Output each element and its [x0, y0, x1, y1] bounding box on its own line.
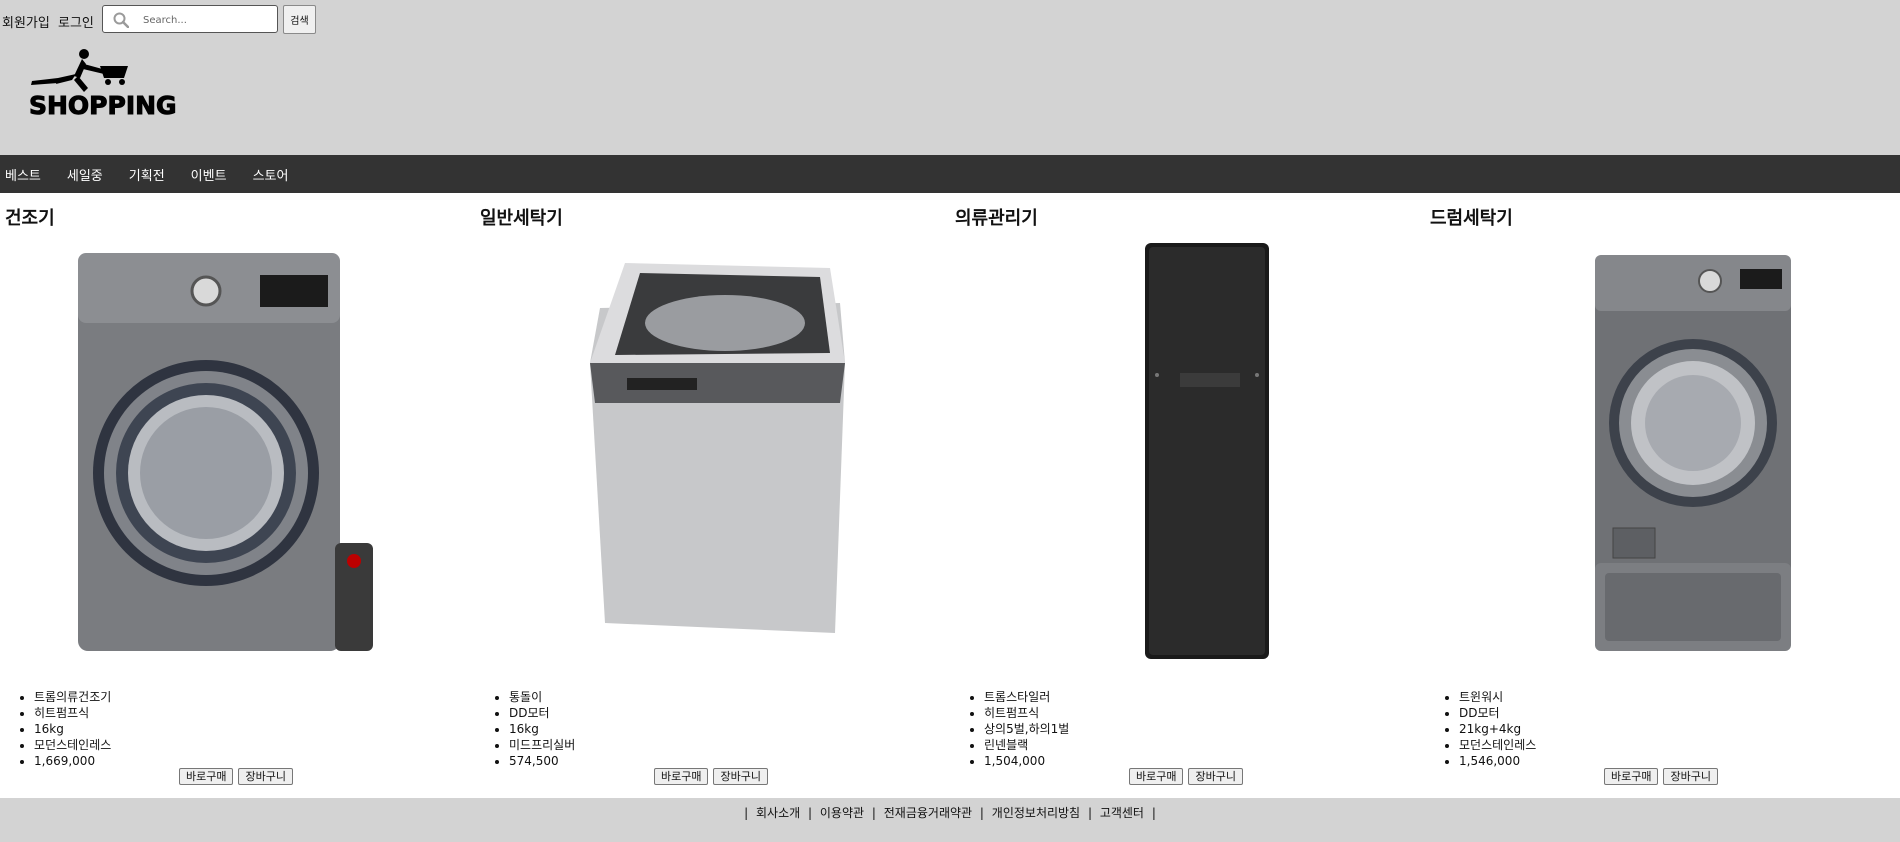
- product-title: 건조기: [5, 208, 55, 229]
- product-price: 1,546,000: [1459, 753, 1536, 769]
- feature-item: 트윈워시: [1459, 689, 1536, 705]
- signup-link[interactable]: 회원가입: [2, 16, 50, 31]
- add-to-cart-button[interactable]: 장바구니: [1188, 768, 1243, 785]
- product-card: 건조기 트롬의류건조기 히트펌프식 16kg 모던스테인레스 1,669,000…: [0, 193, 475, 798]
- product-price: 574,500: [509, 753, 575, 769]
- product-features: 트윈워시 DD모터 21kg+4kg 모던스테인레스 1,546,000: [1441, 689, 1536, 769]
- feature-item: 트롬스타일러: [984, 689, 1069, 705]
- add-to-cart-button[interactable]: 장바구니: [713, 768, 768, 785]
- footer-link-finance-terms[interactable]: 전재금융거래약관: [884, 806, 972, 820]
- main-nav: 베스트 세일중 기획전 이벤트 스토어: [0, 155, 1900, 193]
- buy-now-button[interactable]: 바로구매: [654, 768, 709, 785]
- buy-now-button[interactable]: 바로구매: [1604, 768, 1659, 785]
- product-actions: 바로구매 장바구니: [179, 768, 293, 785]
- footer-link-company[interactable]: 회사소개: [756, 806, 800, 820]
- feature-item: 미드프리실버: [509, 737, 575, 753]
- search-box: [102, 5, 278, 33]
- product-card: 드럼세탁기 트윈워시 DD모터 21kg+4kg 모던스테인레스 1,546,0…: [1425, 193, 1900, 798]
- product-price: 1,504,000: [984, 753, 1069, 769]
- buy-now-button[interactable]: 바로구매: [179, 768, 234, 785]
- styler-image[interactable]: [1020, 243, 1360, 663]
- top-load-washer-image[interactable]: [545, 243, 885, 663]
- feature-item: 상의5벌,하의1벌: [984, 721, 1069, 737]
- header: 회원가입 로그인 검색 SHOPPING: [0, 0, 1900, 155]
- product-actions: 바로구매 장바구니: [1604, 768, 1718, 785]
- add-to-cart-button[interactable]: 장바구니: [238, 768, 293, 785]
- add-to-cart-button[interactable]: 장바구니: [1663, 768, 1718, 785]
- twin-wash-image[interactable]: [1495, 243, 1835, 663]
- feature-item: 모던스테인레스: [34, 737, 111, 753]
- feature-item: DD모터: [1459, 705, 1536, 721]
- product-price: 1,669,000: [34, 753, 111, 769]
- product-title: 의류관리기: [955, 208, 1038, 229]
- product-grid: 건조기 트롬의류건조기 히트펌프식 16kg 모던스테인레스 1,669,000…: [0, 193, 1900, 798]
- buy-now-button[interactable]: 바로구매: [1129, 768, 1184, 785]
- account-links: 회원가입 로그인: [2, 12, 98, 31]
- search-input[interactable]: [141, 10, 275, 30]
- feature-item: 트롬의류건조기: [34, 689, 111, 705]
- feature-item: DD모터: [509, 705, 575, 721]
- feature-item: 21kg+4kg: [1459, 721, 1536, 737]
- nav-item-promotion[interactable]: 기획전: [129, 165, 165, 184]
- feature-item: 16kg: [34, 721, 111, 737]
- product-features: 트롬의류건조기 히트펌프식 16kg 모던스테인레스 1,669,000: [16, 689, 111, 769]
- product-card: 일반세탁기 통돌이 DD모터 16kg 미드프리실버 574,500 바로구매 …: [475, 193, 950, 798]
- feature-item: 린넨블랙: [984, 737, 1069, 753]
- search-button[interactable]: 검색: [283, 5, 316, 34]
- feature-item: 히트펌프식: [34, 705, 111, 721]
- product-features: 통돌이 DD모터 16kg 미드프리실버 574,500: [491, 689, 575, 769]
- product-title: 드럼세탁기: [1430, 208, 1513, 229]
- product-features: 트롬스타일러 히트펌프식 상의5벌,하의1벌 린넨블랙 1,504,000: [966, 689, 1069, 769]
- footer-link-support[interactable]: 고객센터: [1100, 806, 1144, 820]
- product-actions: 바로구매 장바구니: [654, 768, 768, 785]
- feature-item: 모던스테인레스: [1459, 737, 1536, 753]
- dryer-image[interactable]: [70, 243, 410, 663]
- footer: | 회사소개 | 이용약관 | 전재금융거래약관 | 개인정보처리방침 | 고객…: [0, 798, 1900, 842]
- nav-item-event[interactable]: 이벤트: [191, 165, 227, 184]
- product-actions: 바로구매 장바구니: [1129, 768, 1243, 785]
- login-link[interactable]: 로그인: [58, 16, 94, 31]
- product-card: 의류관리기 트롬스타일러 히트펌프식 상의5벌,하의1벌 린넨블랙 1,504,…: [950, 193, 1425, 798]
- feature-item: 히트펌프식: [984, 705, 1069, 721]
- nav-item-best[interactable]: 베스트: [5, 165, 41, 184]
- nav-item-store[interactable]: 스토어: [253, 165, 289, 184]
- logo-text: SHOPPING: [29, 91, 177, 120]
- feature-item: 16kg: [509, 721, 575, 737]
- feature-item: 통돌이: [509, 689, 575, 705]
- shopping-logo[interactable]: SHOPPING: [28, 48, 188, 134]
- search-icon: [113, 12, 129, 28]
- shopper-cart-logo-icon: SHOPPING: [29, 49, 177, 121]
- product-title: 일반세탁기: [480, 208, 563, 229]
- footer-link-terms[interactable]: 이용약관: [820, 806, 864, 820]
- footer-link-privacy[interactable]: 개인정보처리방침: [992, 806, 1080, 820]
- nav-item-sale[interactable]: 세일중: [67, 165, 103, 184]
